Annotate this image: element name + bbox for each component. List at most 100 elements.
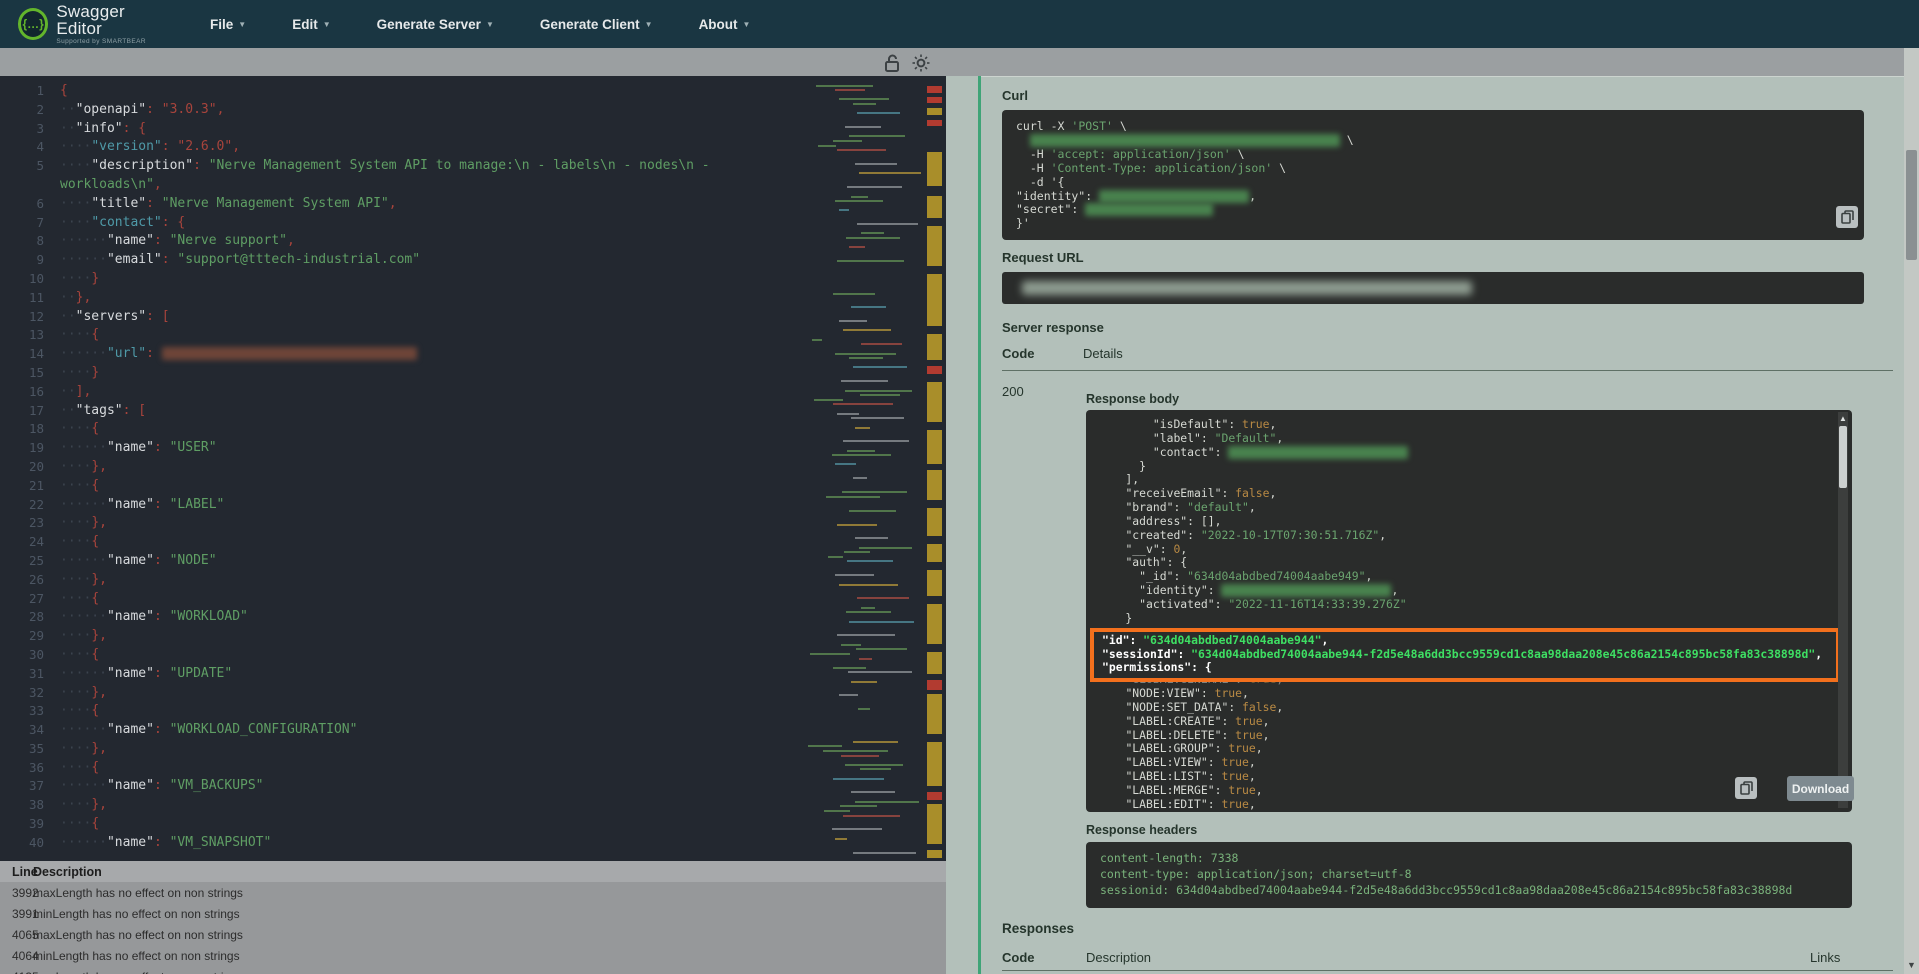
response-body-label: Response body <box>1086 392 1179 406</box>
menu-edit[interactable]: Edit▼ <box>292 17 330 32</box>
error-row[interactable]: 4065maxLength has no effect on non strin… <box>0 924 946 945</box>
warning-mark[interactable] <box>927 430 942 464</box>
editor-line: 30····{ <box>0 646 832 665</box>
warning-mark[interactable] <box>927 604 942 644</box>
error-description: minLength has no effect on non strings <box>33 949 240 963</box>
line-number: 8 <box>0 232 44 251</box>
redacted-text <box>1030 134 1340 147</box>
chevron-down-icon: ▼ <box>743 20 751 29</box>
warning-mark[interactable] <box>927 742 942 786</box>
page-scrollbar-thumb[interactable] <box>1906 150 1917 260</box>
error-mark[interactable] <box>927 680 942 690</box>
line-number: 23 <box>0 514 44 533</box>
page-scrollbar[interactable]: ▼ <box>1904 48 1919 974</box>
editor-line: 8······"name": "Nerve support", <box>0 232 832 251</box>
error-mark[interactable] <box>927 792 942 800</box>
line-number: 36 <box>0 759 44 778</box>
warning-mark[interactable] <box>927 652 942 674</box>
responses-links-column: Links <box>1810 950 1840 965</box>
line-number: 26 <box>0 571 44 590</box>
error-row[interactable]: 4135maxLength has no effect on non strin… <box>0 966 946 974</box>
menu-generate-client[interactable]: Generate Client▼ <box>540 17 653 32</box>
menu-about[interactable]: About ▼ <box>699 17 751 32</box>
line-number: 11 <box>0 289 44 308</box>
warning-mark[interactable] <box>927 570 942 596</box>
line-number: 22 <box>0 496 44 515</box>
redacted-text <box>1228 446 1408 459</box>
line-number: 3 <box>0 120 44 139</box>
warning-mark[interactable] <box>927 382 942 422</box>
editor-line: 33····{ <box>0 702 832 721</box>
editor-line: 21····{ <box>0 477 832 496</box>
warning-mark[interactable] <box>927 694 942 734</box>
code-editor[interactable]: 1{2··"openapi": "3.0.3",3··"info": {4···… <box>0 76 946 861</box>
warning-mark[interactable] <box>927 470 942 500</box>
warning-mark[interactable] <box>927 804 942 844</box>
download-button[interactable]: Download <box>1787 776 1854 801</box>
editor-line: 23····}, <box>0 514 832 533</box>
line-number: 17 <box>0 402 44 421</box>
menu-label: Generate Server <box>377 17 481 32</box>
error-row[interactable]: 3991minLength has no effect on non strin… <box>0 903 946 924</box>
warning-mark[interactable] <box>927 508 942 536</box>
editor-line: 37······"name": "VM_BACKUPS" <box>0 777 832 796</box>
error-mark[interactable] <box>927 366 942 374</box>
scroll-up-icon[interactable]: ▲ <box>1838 414 1848 423</box>
warning-mark[interactable] <box>927 108 942 115</box>
menu-generate-server[interactable]: Generate Server ▼ <box>377 17 494 32</box>
warning-mark[interactable] <box>927 850 942 858</box>
settings-sun-icon[interactable] <box>912 54 930 77</box>
error-row[interactable]: 4064minLength has no effect on non strin… <box>0 945 946 966</box>
chevron-down-icon: ▼ <box>486 20 494 29</box>
unlock-icon[interactable] <box>884 53 900 78</box>
editor-line: 11··}, <box>0 289 832 308</box>
redacted-text <box>1221 584 1391 597</box>
copy-curl-icon[interactable] <box>1836 206 1858 228</box>
error-mark[interactable] <box>927 86 942 93</box>
line-number: 40 <box>0 834 44 853</box>
editor-line: 25······"name": "NODE" <box>0 552 832 571</box>
warning-mark[interactable] <box>927 544 942 562</box>
highlighted-session-region: "id": "634d04abdbed74004aabe944","sessio… <box>1090 628 1840 683</box>
menu-bar: File▼Edit▼Generate Server▼Generate Clien… <box>210 17 750 32</box>
panel-top-divider <box>981 76 1919 77</box>
warning-mark[interactable] <box>927 152 942 186</box>
scroll-down-icon[interactable]: ▼ <box>1904 960 1919 970</box>
menu-label: Edit <box>292 17 318 32</box>
response-table-divider <box>1002 370 1893 371</box>
editor-line: 18····{ <box>0 420 832 439</box>
editor-line: 6····"title": "Nerve Management System A… <box>0 195 832 214</box>
warning-mark[interactable] <box>927 334 942 360</box>
editor-line: 28······"name": "WORKLOAD" <box>0 608 832 627</box>
editor-line: 7····"contact": { <box>0 214 832 233</box>
error-line-number: 3991 <box>0 907 33 921</box>
validation-error-panel: Line Description 3992maxLength has no ef… <box>0 861 946 974</box>
warning-mark[interactable] <box>927 274 942 326</box>
error-col-line: Line <box>0 865 33 879</box>
swagger-logo: {…} Swagger Editor Supported by SMARTBEA… <box>18 3 168 46</box>
line-number: 18 <box>0 420 44 439</box>
response-body-block: "isDefault": true, "label": "Default", "… <box>1086 410 1852 812</box>
error-rows: 3992maxLength has no effect on non strin… <box>0 882 946 974</box>
menu-label: Generate Client <box>540 17 640 32</box>
error-mark[interactable] <box>927 120 942 126</box>
redacted-text <box>1099 190 1249 203</box>
response-body-scrollbar[interactable]: ▲ <box>1838 412 1848 808</box>
error-mark[interactable] <box>927 97 942 103</box>
body-scrollbar-thumb[interactable] <box>1839 426 1847 488</box>
editor-line: 9······"email": "support@tttech-industri… <box>0 251 832 270</box>
error-line-number: 4135 <box>0 970 33 974</box>
brand-tagline: Supported by SMARTBEAR <box>56 39 168 46</box>
redacted-text <box>1085 203 1213 216</box>
line-number: 34 <box>0 721 44 740</box>
warning-mark[interactable] <box>927 226 942 266</box>
error-row[interactable]: 3992maxLength has no effect on non strin… <box>0 882 946 903</box>
copy-response-icon[interactable] <box>1735 777 1757 799</box>
line-number: 33 <box>0 702 44 721</box>
top-navbar: {…} Swagger Editor Supported by SMARTBEA… <box>0 0 1919 48</box>
line-number: 37 <box>0 777 44 796</box>
error-description: minLength has no effect on non strings <box>33 907 240 921</box>
menu-label: About <box>699 17 738 32</box>
warning-mark[interactable] <box>927 196 942 218</box>
menu-file[interactable]: File▼ <box>210 17 246 32</box>
